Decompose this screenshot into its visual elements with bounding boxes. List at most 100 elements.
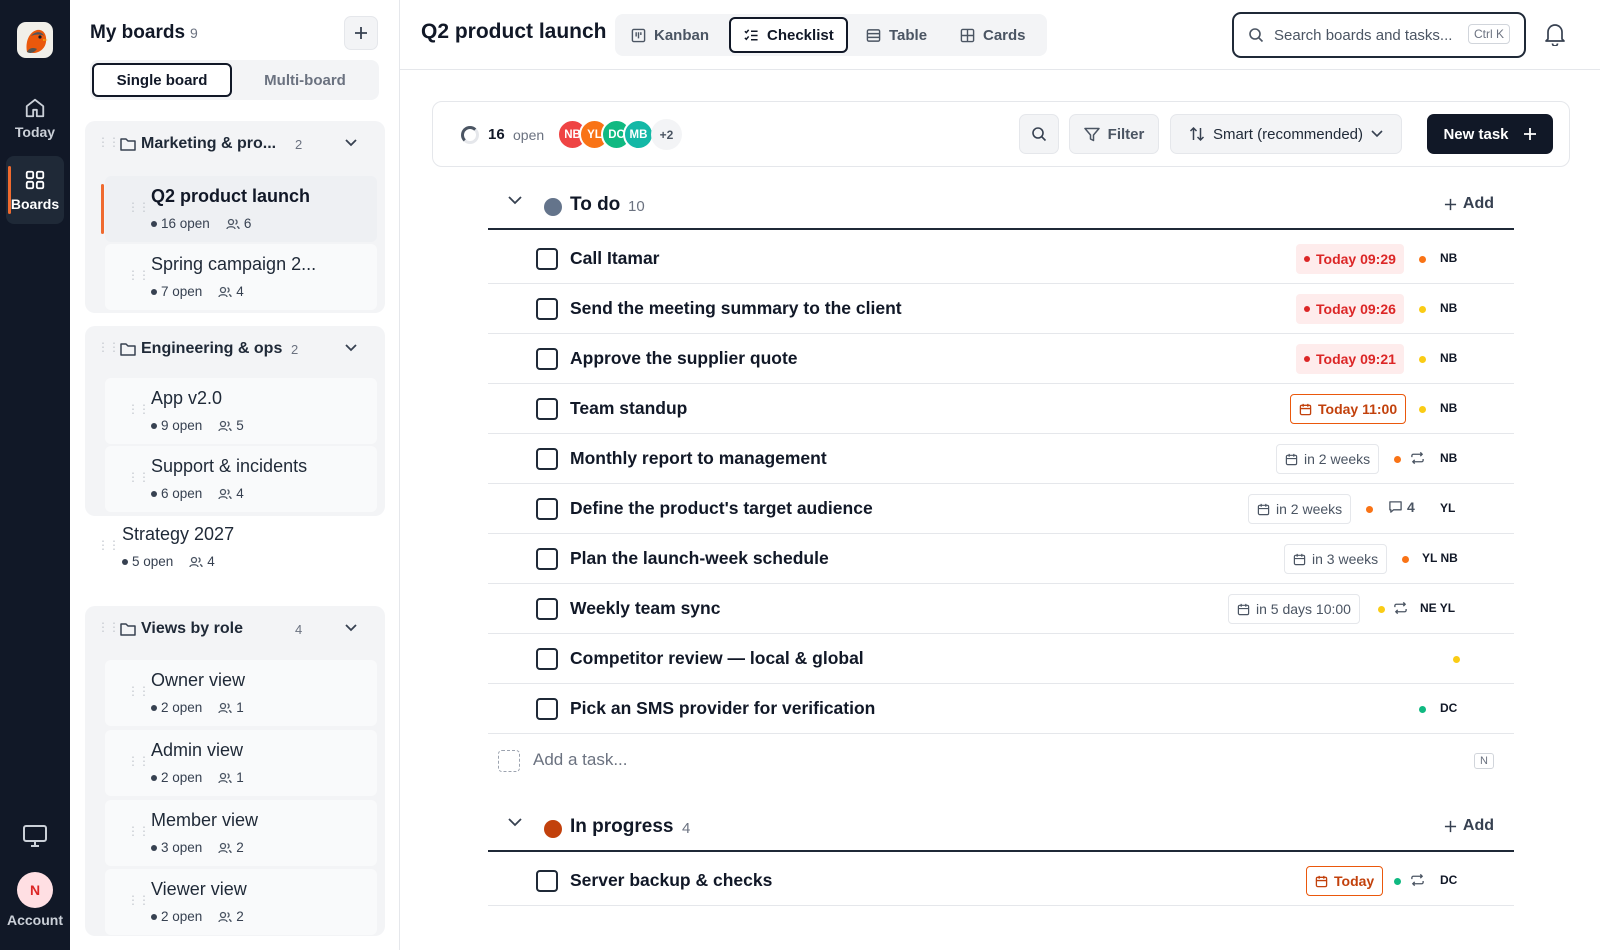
task-title[interactable]: Server backup & checks <box>570 870 772 891</box>
due-date-badge[interactable]: Today 09:21 <box>1296 344 1404 374</box>
task-title[interactable]: Approve the supplier quote <box>570 348 798 369</box>
drag-handle-icon[interactable]: ⋮⋮ <box>127 403 150 415</box>
board-item-spring-campaign[interactable]: ⋮⋮ Spring campaign 2... 7 open 4 <box>105 244 377 310</box>
task-row[interactable]: Plan the launch-week schedule in 3 weeks… <box>488 534 1514 584</box>
assignee-initials[interactable]: DC <box>1440 701 1457 715</box>
task-row[interactable]: Competitor review — local & global <box>488 634 1514 684</box>
task-row[interactable]: Team standup Today 11:00 NB <box>488 384 1514 434</box>
drag-handle-icon[interactable]: ⋮⋮ <box>97 539 120 551</box>
task-checkbox[interactable] <box>536 498 558 520</box>
rail-today[interactable]: Today <box>6 84 64 152</box>
assignee-initials[interactable]: DC <box>1440 873 1457 887</box>
task-title[interactable]: Monthly report to management <box>570 448 827 469</box>
comment-count[interactable]: 4 <box>1388 499 1415 515</box>
task-checkbox[interactable] <box>536 298 558 320</box>
drag-handle-icon[interactable]: ⋮⋮ <box>97 136 120 148</box>
board-item-owner-view[interactable]: ⋮⋮ Owner view 2 open 1 <box>105 660 377 726</box>
tab-table[interactable]: Table <box>854 17 939 53</box>
task-checkbox[interactable] <box>536 698 558 720</box>
task-row[interactable]: Approve the supplier quote Today 09:21 N… <box>488 334 1514 384</box>
assignee-initials[interactable]: NE YL <box>1420 601 1455 615</box>
drag-handle-icon[interactable]: ⋮⋮ <box>127 471 150 483</box>
due-date-badge[interactable]: in 3 weeks <box>1284 544 1388 574</box>
due-date-badge[interactable]: in 5 days 10:00 <box>1228 594 1360 624</box>
chevron-down-icon[interactable] <box>508 196 522 205</box>
assignee-initials[interactable]: NB <box>1440 251 1457 265</box>
rail-boards[interactable]: Boards <box>6 156 64 224</box>
assignee-initials[interactable]: YL <box>1440 501 1455 515</box>
task-row[interactable]: Call Itamar Today 09:29 NB <box>488 234 1514 284</box>
chevron-down-icon[interactable] <box>508 818 522 827</box>
task-row[interactable]: Server backup & checks Today DC <box>488 856 1514 906</box>
drag-handle-icon[interactable]: ⋮⋮ <box>127 269 150 281</box>
member-avatar-mb[interactable]: MB <box>623 119 654 150</box>
account-avatar[interactable]: N <box>17 872 53 908</box>
assignee-initials[interactable]: NB <box>1440 451 1457 465</box>
due-date-badge[interactable]: in 2 weeks <box>1248 494 1352 524</box>
board-item-viewer-view[interactable]: ⋮⋮ Viewer view 2 open 2 <box>105 869 377 935</box>
task-checkbox[interactable] <box>536 598 558 620</box>
single-board-tab[interactable]: Single board <box>92 63 232 97</box>
drag-handle-icon[interactable]: ⋮⋮ <box>127 201 150 213</box>
add-board-button[interactable] <box>344 16 378 50</box>
section-add-button[interactable]: Add <box>1444 817 1494 835</box>
task-row[interactable]: Send the meeting summary to the client T… <box>488 284 1514 334</box>
tab-cards[interactable]: Cards <box>948 17 1038 53</box>
app-logo[interactable] <box>17 22 53 58</box>
chevron-down-icon[interactable] <box>345 344 357 352</box>
search-tasks-button[interactable] <box>1019 114 1059 154</box>
task-checkbox[interactable] <box>536 548 558 570</box>
drag-handle-icon[interactable]: ⋮⋮ <box>127 685 150 697</box>
add-task-input[interactable]: Add a task... <box>533 750 628 770</box>
assignee-initials[interactable]: NB <box>1440 351 1457 365</box>
more-members-badge[interactable]: +2 <box>651 119 682 150</box>
chevron-down-icon[interactable] <box>345 624 357 632</box>
task-title[interactable]: Team standup <box>570 398 687 419</box>
rail-account-label[interactable]: Account <box>0 912 70 928</box>
due-date-badge[interactable]: Today 09:26 <box>1296 294 1404 324</box>
task-checkbox[interactable] <box>536 648 558 670</box>
due-date-badge[interactable]: in 2 weeks <box>1276 444 1380 474</box>
section-add-button[interactable]: Add <box>1444 195 1494 213</box>
task-title[interactable]: Call Itamar <box>570 248 659 269</box>
global-search-input[interactable]: Search boards and tasks... Ctrl K <box>1232 12 1526 58</box>
task-row[interactable]: Weekly team sync in 5 days 10:00 NE YL <box>488 584 1514 634</box>
task-title[interactable]: Plan the launch-week schedule <box>570 548 829 569</box>
group-header[interactable]: ⋮⋮ Engineering & ops 2 <box>85 326 385 374</box>
monitor-icon[interactable] <box>22 824 48 848</box>
task-row[interactable]: Define the product's target audience in … <box>488 484 1514 534</box>
task-title[interactable]: Competitor review — local & global <box>570 648 864 669</box>
task-title[interactable]: Send the meeting summary to the client <box>570 298 902 319</box>
task-checkbox[interactable] <box>536 448 558 470</box>
board-item-admin-view[interactable]: ⋮⋮ Admin view 2 open 1 <box>105 730 377 796</box>
bell-icon[interactable] <box>1544 22 1566 46</box>
task-checkbox[interactable] <box>536 348 558 370</box>
drag-handle-icon[interactable]: ⋮⋮ <box>127 825 150 837</box>
task-checkbox[interactable] <box>536 870 558 892</box>
tab-kanban[interactable]: Kanban <box>619 17 721 53</box>
board-item-strategy-2027[interactable]: ⋮⋮ Strategy 2027 5 open 4 <box>85 512 385 582</box>
group-header[interactable]: ⋮⋮ Views by role 4 <box>85 606 385 654</box>
add-task-row[interactable]: Add a task... N <box>488 734 1514 786</box>
drag-handle-icon[interactable]: ⋮⋮ <box>127 894 150 906</box>
tab-checklist[interactable]: Checklist <box>729 17 848 53</box>
assignee-initials[interactable]: YL NB <box>1422 551 1458 565</box>
due-date-badge[interactable]: Today 11:00 <box>1290 394 1407 424</box>
group-header[interactable]: ⋮⋮ Marketing & pro... 2 <box>85 121 385 169</box>
board-item-support-incidents[interactable]: ⋮⋮ Support & incidents 6 open 4 <box>105 446 377 512</box>
filter-button[interactable]: Filter <box>1069 114 1159 154</box>
sort-dropdown[interactable]: Smart (recommended) <box>1170 114 1402 154</box>
due-date-badge[interactable]: Today <box>1306 866 1384 896</box>
chevron-down-icon[interactable] <box>345 139 357 147</box>
drag-handle-icon[interactable]: ⋮⋮ <box>97 621 120 633</box>
task-checkbox[interactable] <box>536 248 558 270</box>
task-title[interactable]: Define the product's target audience <box>570 498 873 519</box>
assignee-initials[interactable]: NB <box>1440 401 1457 415</box>
task-checkbox[interactable] <box>536 398 558 420</box>
task-title[interactable]: Weekly team sync <box>570 598 720 619</box>
board-item-member-view[interactable]: ⋮⋮ Member view 3 open 2 <box>105 800 377 866</box>
board-item-q2-product-launch[interactable]: ⋮⋮ Q2 product launch 16 open 6 <box>101 176 377 242</box>
new-task-button[interactable]: New task <box>1427 114 1553 154</box>
task-title[interactable]: Pick an SMS provider for verification <box>570 698 875 719</box>
due-date-badge[interactable]: Today 09:29 <box>1296 244 1404 274</box>
